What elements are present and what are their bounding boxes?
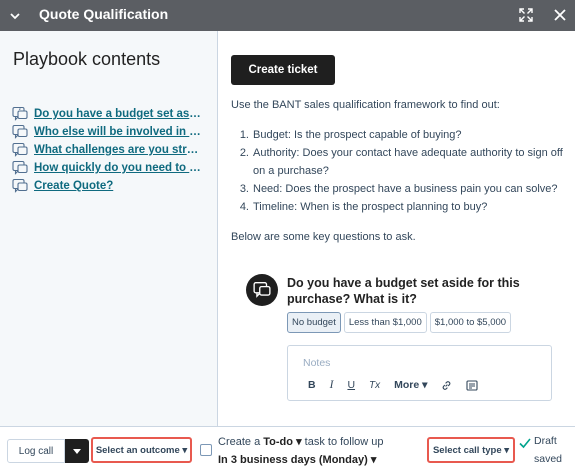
toc-item-create-quote[interactable]: Create Quote? <box>12 177 212 195</box>
draft-status-saved: saved <box>534 453 563 465</box>
bold-button[interactable]: B <box>308 379 316 391</box>
playbook-title: Quote Qualification <box>39 6 169 22</box>
call-log-bar: Log call Select an outcome ▾ Create a To… <box>0 426 575 472</box>
question-chat-icon <box>12 142 28 157</box>
key-questions-text: Below are some key questions to ask. <box>231 231 416 243</box>
caret-down-icon: ▾ <box>370 454 377 466</box>
question-chat-icon <box>12 160 28 175</box>
more-dropdown[interactable]: More ▾ <box>394 379 427 391</box>
playbook-contents-list: Do you have a budget set aside for this … <box>12 105 212 195</box>
select-outcome-label: Select an outcome ▾ <box>95 444 188 456</box>
caret-down-icon: ▾ <box>422 379 428 391</box>
playbook-header: Quote Qualification <box>0 0 575 31</box>
checkmark-icon <box>519 438 531 449</box>
notes-toolbar: B I U Tx More ▾ <box>308 379 492 391</box>
notes-editor[interactable]: Notes B I U Tx More ▾ <box>287 345 552 401</box>
create-task-text: Create a To-do ▾ task to follow up <box>218 436 384 448</box>
toc-item-decision[interactable]: Who else will be involved in the purchas… <box>12 123 212 141</box>
toc-link[interactable]: Do you have a budget set aside for this … <box>34 108 202 120</box>
playbook-contents-panel: Playbook contents Do you have a budget s… <box>0 31 218 426</box>
expand-icon[interactable] <box>517 6 535 24</box>
toc-link[interactable]: Create Quote? <box>34 180 202 192</box>
select-outcome-dropdown[interactable]: Select an outcome ▾ <box>91 437 192 463</box>
list-item: 2. Authority: Does your contact have adeq… <box>239 147 563 177</box>
question-chat-icon <box>12 178 28 193</box>
list-item: 3. Need: Does the prospect have a busines… <box>239 183 558 195</box>
question-chat-icon <box>12 124 28 139</box>
toc-link[interactable]: How quickly do you need to solve this? <box>34 162 202 174</box>
toc-item-budget[interactable]: Do you have a budget set aside for this … <box>12 105 212 123</box>
select-call-type-label: Select call type ▾ <box>432 444 510 456</box>
draft-status: Draft <box>534 435 557 447</box>
toc-item-timeline[interactable]: How quickly do you need to solve this? <box>12 159 212 177</box>
option-less-than-1000[interactable]: Less than $1,000 <box>343 312 427 333</box>
snippet-icon[interactable] <box>466 379 478 391</box>
question-chat-icon <box>12 106 28 121</box>
log-call-dropdown-button[interactable] <box>65 439 89 463</box>
caret-down-icon: ▾ <box>504 444 510 456</box>
list-item: 4. Timeline: When is the prospect plannin… <box>239 201 488 213</box>
caret-down-icon: ▾ <box>182 444 188 456</box>
notes-placeholder: Notes <box>303 357 331 369</box>
select-call-type-dropdown[interactable]: Select call type ▾ <box>427 437 515 463</box>
caret-down-icon: ▾ <box>296 436 302 448</box>
toc-link[interactable]: What challenges are you struggling with? <box>34 144 202 156</box>
task-due-dropdown[interactable]: In 3 business days (Monday) ▾ <box>218 453 376 466</box>
list-item: 1. Budget: Is the prospect capable of buy… <box>239 129 462 141</box>
question-icon <box>246 274 278 306</box>
italic-button[interactable]: I <box>330 379 334 391</box>
question-text: Do you have a budget set aside for this … <box>287 276 520 306</box>
task-type-dropdown[interactable]: To-do ▾ <box>263 436 301 448</box>
toc-link[interactable]: Who else will be involved in the purchas… <box>34 126 202 138</box>
create-ticket-button[interactable]: Create ticket <box>231 55 335 85</box>
toc-item-challenges[interactable]: What challenges are you struggling with? <box>12 141 212 159</box>
playbook-content-panel: Create ticket Use the BANT sales qualifi… <box>219 31 575 426</box>
option-no-budget[interactable]: No budget <box>287 312 341 333</box>
close-icon[interactable] <box>551 6 569 24</box>
link-icon[interactable] <box>441 380 452 391</box>
bant-list: 1. Budget: Is the prospect capable of buy… <box>231 126 571 216</box>
collapse-chevron-down-icon[interactable] <box>0 0 30 31</box>
option-1000-to-5000[interactable]: $1,000 to $5,000 <box>429 312 512 333</box>
log-call-button[interactable]: Log call <box>7 439 65 463</box>
clear-format-button[interactable]: Tx <box>369 380 380 391</box>
intro-text: Use the BANT sales qualification framewo… <box>231 99 500 111</box>
underline-button[interactable]: U <box>347 379 355 391</box>
playbook-contents-title: Playbook contents <box>13 49 161 69</box>
answer-options: No budget Less than $1,000 $1,000 to $5,… <box>287 312 514 333</box>
create-todo-checkbox[interactable] <box>200 444 212 456</box>
caret-down-icon <box>73 449 81 454</box>
